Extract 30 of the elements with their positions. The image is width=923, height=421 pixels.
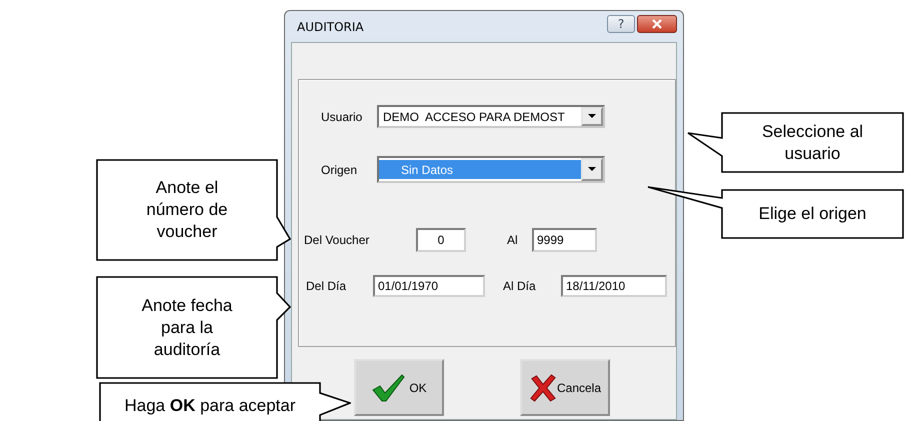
- help-button[interactable]: ?: [607, 14, 635, 32]
- field-label: Usuario: [320, 110, 364, 124]
- window-title: AUDITORIA: [297, 20, 364, 34]
- close-button[interactable]: [637, 14, 677, 32]
- user-dropdown[interactable]: DEMO ACCESO PARA DEMOST: [377, 105, 605, 128]
- field-label: Del Voucher: [303, 233, 370, 247]
- field-label: Al Día: [502, 279, 537, 293]
- ok-button[interactable]: OK: [354, 359, 444, 416]
- callout-text: Anote el número de voucher: [145, 177, 229, 243]
- input-field[interactable]: 0: [416, 228, 466, 252]
- checkmark-icon: [371, 372, 406, 402]
- selected-value: Sin Datos: [379, 160, 581, 179]
- callout-text: Haga OK para aceptar: [124, 395, 296, 417]
- field-label: Al: [506, 233, 519, 247]
- callout-text: Anote fecha para la auditoría: [140, 294, 234, 360]
- dropdown-button[interactable]: [581, 158, 603, 181]
- cross-icon: [528, 372, 557, 402]
- input-field[interactable]: 9999: [532, 228, 597, 252]
- close-icon: [651, 18, 663, 28]
- callout-text: Elige el origen: [758, 203, 866, 225]
- dropdown-button[interactable]: [581, 107, 603, 126]
- dropdown-value: DEMO ACCESO PARA DEMOST: [382, 108, 566, 126]
- field-label: Origen: [320, 162, 358, 176]
- field-label: Del Día: [305, 279, 348, 293]
- caret-icon: [588, 167, 596, 172]
- input-field[interactable]: 18/11/2010: [561, 275, 667, 297]
- input-field[interactable]: 01/01/1970: [373, 275, 485, 297]
- callout-text: Seleccione al usuario: [760, 120, 864, 164]
- cancel-button[interactable]: Cancela: [520, 359, 610, 416]
- caret-icon: [588, 114, 596, 119]
